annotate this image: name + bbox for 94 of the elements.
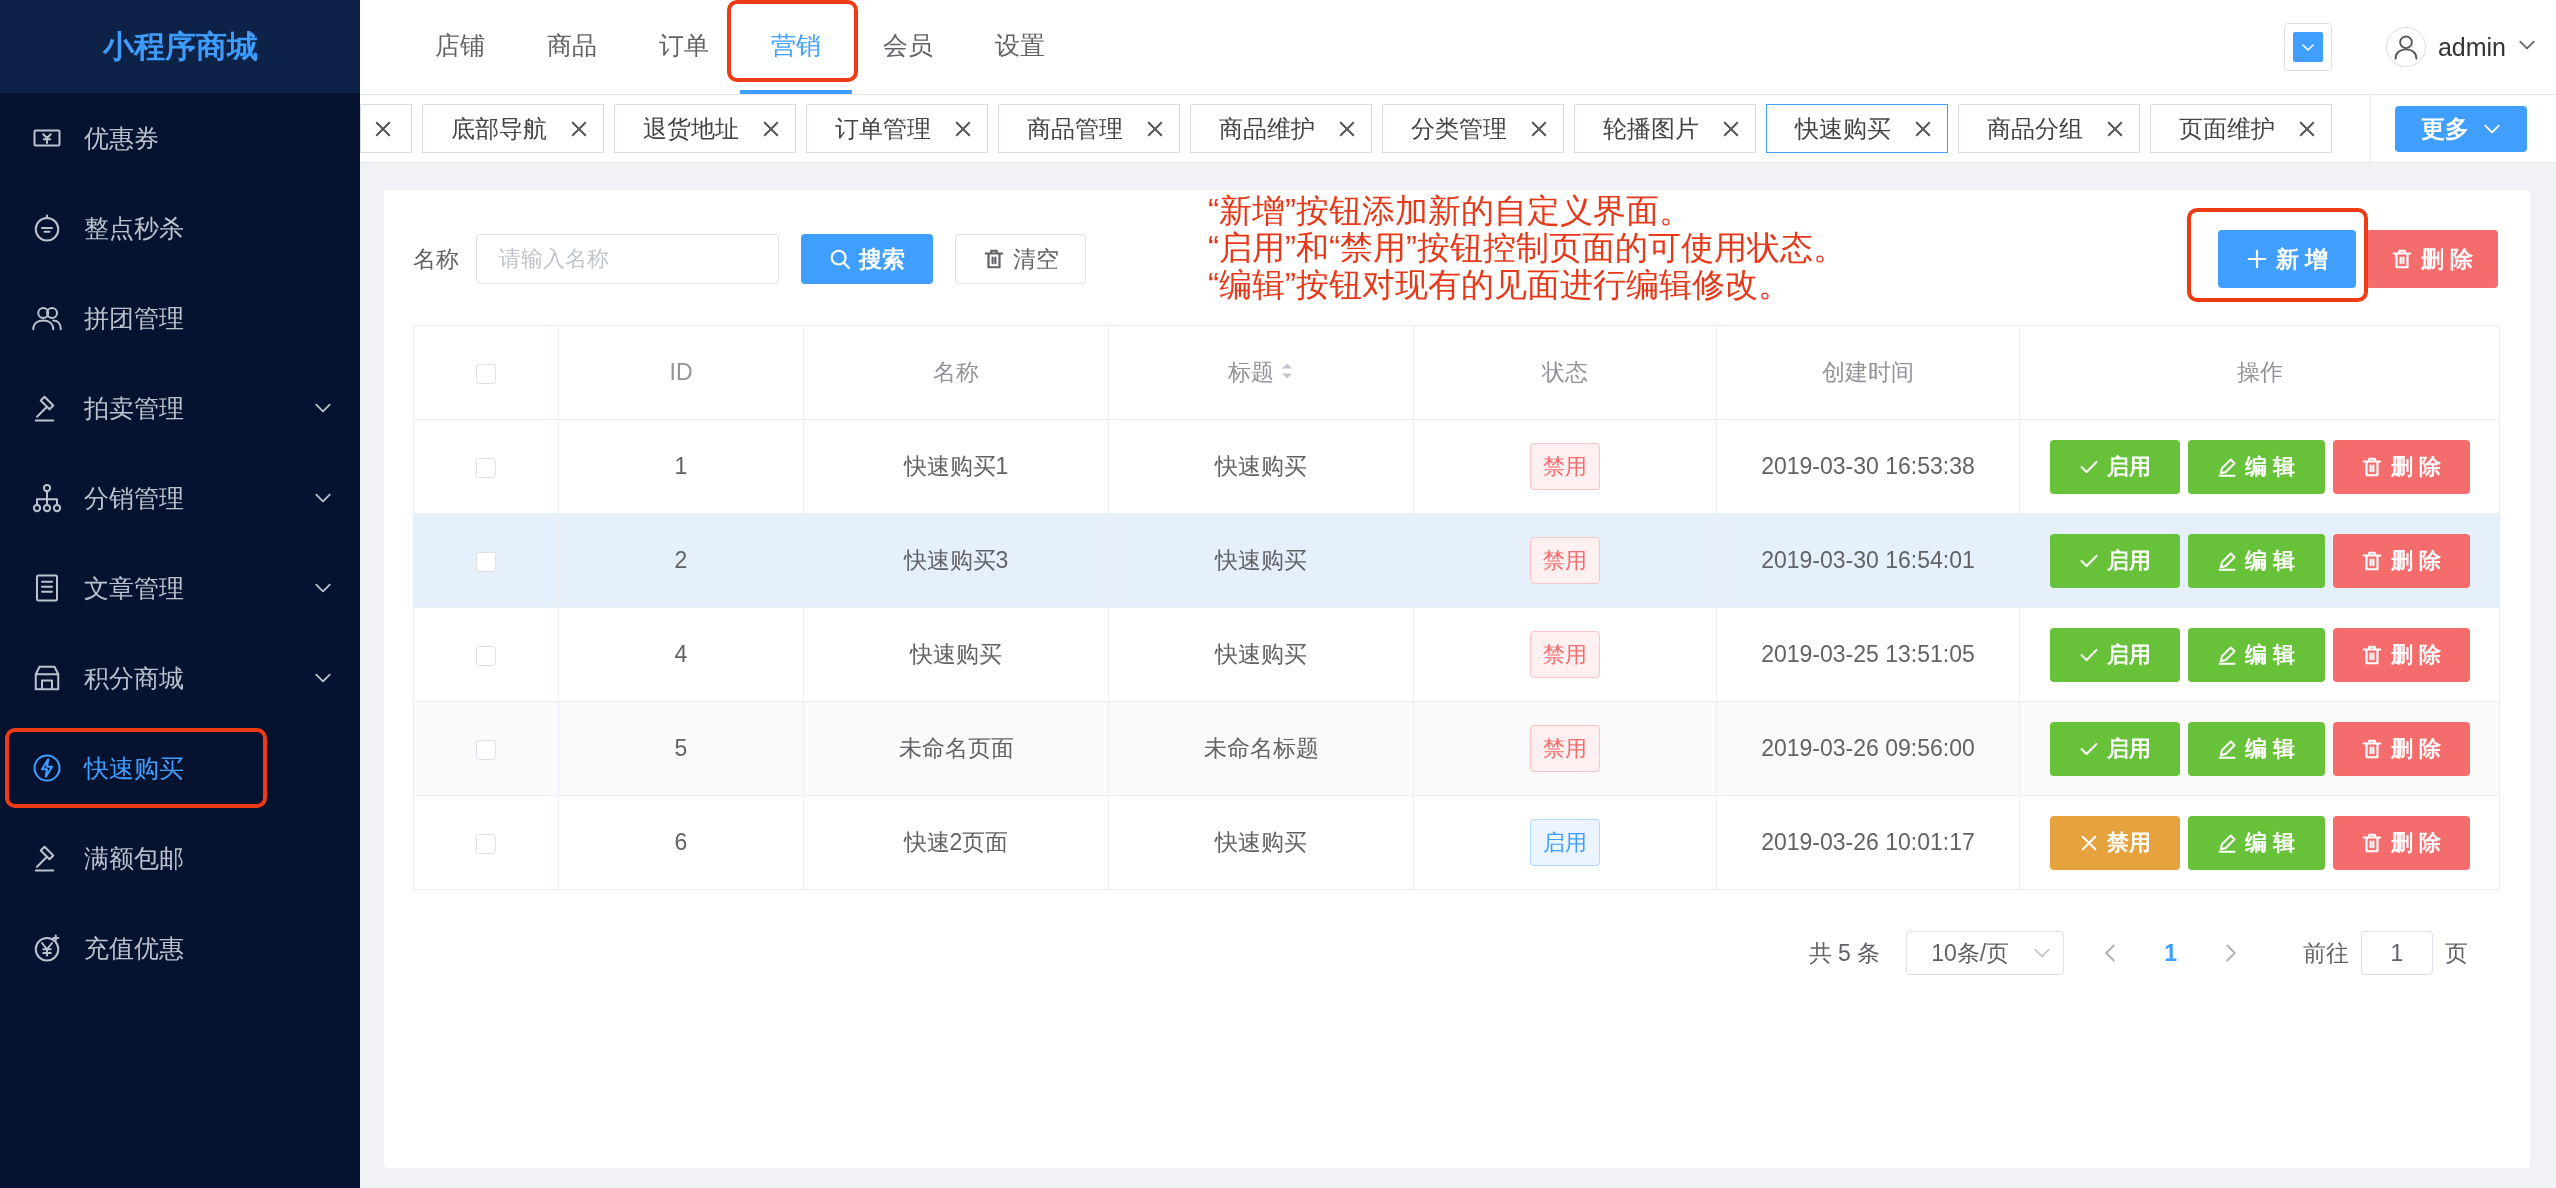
table-cell: 快速购买 bbox=[1215, 829, 1307, 855]
sidebar-item[interactable]: 拍卖管理 bbox=[0, 363, 360, 453]
page-tab[interactable]: 商品管理 bbox=[998, 104, 1180, 153]
table-cell: 2019-03-26 10:01:17 bbox=[1761, 829, 1975, 855]
status-tag: 启用 bbox=[1530, 819, 1600, 866]
column-header: 状态 bbox=[1542, 359, 1588, 385]
total-count: 共 5 条 bbox=[1808, 938, 1881, 968]
page-tab[interactable]: 商品维护 bbox=[1190, 104, 1372, 153]
sidebar-item[interactable]: 充值优惠 bbox=[0, 903, 360, 993]
table-cell: 快速购买 bbox=[910, 641, 1002, 667]
table-cell: 快速购买3 bbox=[903, 547, 1009, 573]
sidebar-item[interactable]: 整点秒杀 bbox=[0, 183, 360, 273]
clear-button[interactable]: 清空 bbox=[955, 234, 1086, 284]
column-header: 创建时间 bbox=[1822, 359, 1914, 385]
row-checkbox[interactable] bbox=[476, 551, 496, 572]
table-cell: 2019-03-30 16:53:38 bbox=[1761, 453, 1975, 479]
page-size-select[interactable]: 10条/页 bbox=[1906, 931, 2065, 975]
sidebar-item[interactable]: 快速购买 bbox=[0, 723, 360, 813]
pencil-icon bbox=[2216, 550, 2237, 571]
sidebar-item[interactable]: 分销管理 bbox=[0, 453, 360, 543]
pencil-icon bbox=[2216, 644, 2237, 665]
goto-page-input[interactable]: 1 bbox=[2361, 931, 2433, 975]
table-cell: 2 bbox=[674, 547, 688, 573]
trash-icon bbox=[2360, 643, 2383, 666]
sidebar-item[interactable]: 拼团管理 bbox=[0, 273, 360, 363]
trash-icon bbox=[2360, 737, 2383, 760]
trash-icon bbox=[2360, 831, 2383, 854]
table-cell: 4 bbox=[674, 641, 688, 667]
page-tab[interactable]: 退货地址 bbox=[614, 104, 796, 153]
page-tab[interactable]: 分类管理 bbox=[1382, 104, 1564, 153]
table-cell: 2019-03-26 09:56:00 bbox=[1761, 735, 1975, 761]
nav-tab[interactable]: 订单 bbox=[628, 0, 740, 94]
page-tab[interactable]: 订单管理 bbox=[806, 104, 988, 153]
pencil-icon bbox=[2216, 456, 2237, 477]
table-cell: 快速购买 bbox=[1215, 453, 1307, 479]
user-name[interactable]: admin bbox=[2437, 32, 2506, 62]
lightning-circle-icon bbox=[32, 753, 62, 783]
row-checkbox[interactable] bbox=[476, 645, 496, 666]
table-cell: 未命名页面 bbox=[898, 735, 1014, 761]
goto-label: 前往 bbox=[2303, 938, 2349, 968]
page-tab[interactable]: 商品分组 bbox=[1958, 104, 2140, 153]
theme-dropdown[interactable] bbox=[2283, 23, 2332, 71]
table-cell: 2019-03-25 13:51:05 bbox=[1761, 641, 1975, 667]
column-header: 操作 bbox=[2236, 359, 2283, 385]
page-tab[interactable]: 快速购买 bbox=[1766, 104, 1948, 153]
page-tab[interactable]: 底部导航 bbox=[422, 104, 604, 153]
nav-tab[interactable]: 商品 bbox=[516, 0, 628, 94]
status-tag: 禁用 bbox=[1530, 725, 1600, 772]
search-icon bbox=[829, 248, 851, 270]
sidebar-item[interactable]: 文章管理 bbox=[0, 543, 360, 633]
trash-icon bbox=[982, 248, 1005, 270]
trash-icon bbox=[2360, 455, 2383, 478]
table-cell: 快速购买1 bbox=[903, 453, 1009, 479]
table-cell: 快速2页面 bbox=[903, 829, 1009, 855]
table-cell: 1 bbox=[674, 453, 688, 479]
sidebar-item[interactable]: 优惠券 bbox=[0, 93, 360, 183]
table-cell: 2019-03-30 16:54:01 bbox=[1761, 547, 1975, 573]
row-checkbox[interactable] bbox=[476, 457, 496, 478]
app-logo: 小程序商城 bbox=[0, 0, 360, 93]
column-header[interactable]: 标题 bbox=[1228, 359, 1274, 385]
plus-icon bbox=[2245, 248, 2268, 270]
table-cell: 6 bbox=[674, 829, 688, 855]
annotation-text: “新增”按钮添加新的自定义界面。 “启用”和“禁用”按钮控制页面的可使用状态。 “编辑”按钮对现有的见面进行编辑修改。 bbox=[1208, 192, 1846, 303]
column-header: ID bbox=[669, 359, 693, 385]
row-checkbox[interactable] bbox=[476, 739, 496, 760]
table-cell: 快速购买 bbox=[1215, 547, 1307, 573]
page-tab[interactable]: 页面维护 bbox=[2150, 104, 2332, 153]
name-label: 名称 bbox=[413, 244, 459, 274]
nav-tab[interactable]: 店铺 bbox=[404, 0, 516, 94]
pencil-icon bbox=[2216, 738, 2237, 759]
page-tab[interactable] bbox=[360, 104, 412, 153]
column-header: 名称 bbox=[933, 359, 979, 385]
row-checkbox[interactable] bbox=[476, 833, 496, 854]
sidebar-item[interactable]: 积分商城 bbox=[0, 633, 360, 723]
table-cell: 快速购买 bbox=[1215, 641, 1307, 667]
nav-tab[interactable]: 会员 bbox=[852, 0, 964, 94]
status-tag: 禁用 bbox=[1530, 631, 1600, 678]
stopwatch-icon bbox=[32, 213, 62, 243]
trash-icon bbox=[2390, 248, 2413, 270]
sidebar-item[interactable]: 满额包邮 bbox=[0, 813, 360, 903]
yen-coin-icon bbox=[32, 933, 62, 963]
shop-icon bbox=[32, 663, 62, 693]
pencil-icon bbox=[2216, 832, 2237, 853]
name-input[interactable]: 请输入名称 bbox=[476, 234, 779, 284]
table-cell: 未命名标题 bbox=[1203, 735, 1319, 761]
status-tag: 禁用 bbox=[1530, 537, 1600, 584]
table-cell: 5 bbox=[674, 735, 688, 761]
hierarchy-icon bbox=[32, 483, 62, 513]
page-suffix: 页 bbox=[2445, 938, 2468, 968]
page-tab[interactable]: 轮播图片 bbox=[1574, 104, 1756, 153]
select-all-checkbox[interactable] bbox=[476, 363, 496, 384]
trash-icon bbox=[2360, 549, 2383, 572]
nav-tab[interactable]: 设置 bbox=[964, 0, 1076, 94]
status-tag: 禁用 bbox=[1530, 443, 1600, 490]
